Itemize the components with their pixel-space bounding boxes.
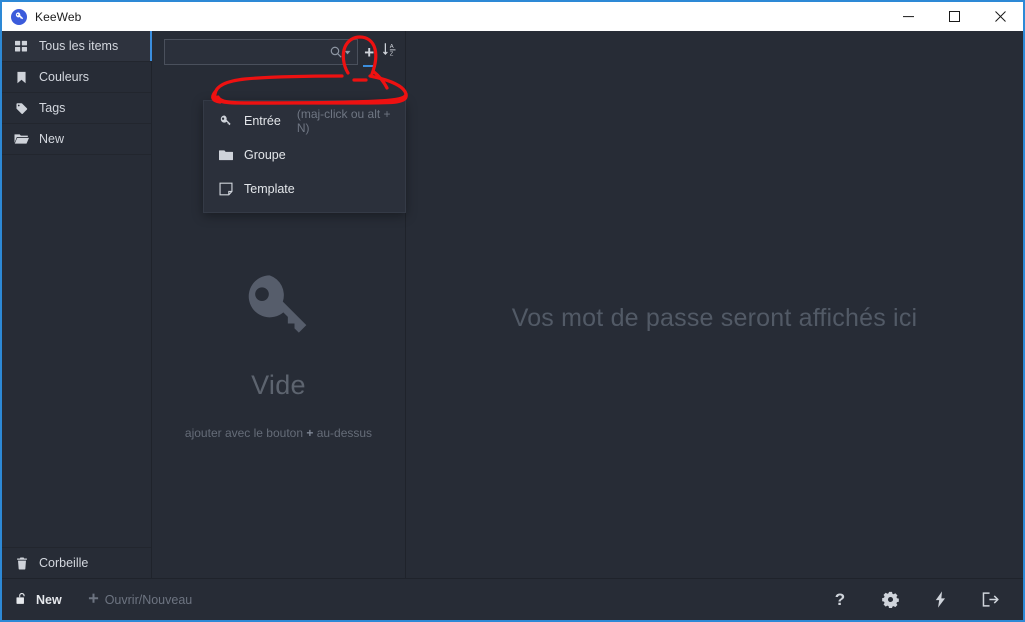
grid-icon [14, 40, 29, 53]
footer-bar: New Ouvrir/Nouveau ? [2, 578, 1023, 620]
sidebar-item-label: Corbeille [39, 556, 89, 570]
minimize-icon[interactable] [885, 2, 931, 31]
svg-text:A: A [390, 44, 394, 50]
unlock-icon [16, 592, 29, 608]
sidebar-item-trash[interactable]: Corbeille [2, 547, 151, 578]
question-mark-icon: ? [834, 590, 846, 609]
sidebar-item-label: Tous les items [39, 39, 119, 53]
template-icon [219, 182, 233, 196]
window-controls [885, 2, 1023, 31]
sidebar-item-label: Tags [39, 101, 66, 115]
title-bar: KeeWeb [2, 2, 1023, 31]
sidebar-item-colors[interactable]: Couleurs [2, 62, 151, 93]
empty-subtitle-before: ajouter avec le bouton [184, 426, 307, 440]
title-bar-left: KeeWeb [2, 8, 82, 25]
keeweb-window: KeeWeb Tous les items Couleurs Tags New … [0, 0, 1025, 622]
footer-buttons: ? [815, 579, 1015, 621]
generator-button[interactable] [915, 579, 965, 621]
sidebar-item-label: Couleurs [39, 70, 90, 84]
sidebar-item-all-items[interactable]: Tous les items [2, 31, 152, 62]
details-placeholder: Vos mot de passe seront affichés ici [511, 304, 918, 332]
caret-down-icon [344, 50, 351, 54]
footer-file-label: New [36, 592, 62, 607]
settings-button[interactable] [865, 579, 915, 621]
close-icon[interactable] [977, 2, 1023, 31]
sidebar-item-tags[interactable]: Tags [2, 93, 151, 124]
add-entry-button[interactable]: + [360, 35, 379, 69]
app-title: KeeWeb [35, 9, 82, 24]
gear-icon [881, 591, 899, 608]
footer-file-button[interactable]: New [16, 592, 62, 608]
plus-icon [88, 593, 99, 607]
menu-item-label: Template [244, 182, 295, 196]
menu-item-hint: (maj-click ou alt + N) [296, 107, 391, 135]
svg-text:Z: Z [390, 52, 394, 58]
folder-icon [219, 149, 233, 161]
search-toolbar: + A Z [152, 31, 405, 73]
menu-item-group[interactable]: Groupe [204, 138, 405, 172]
empty-subtitle: ajouter avec le bouton + au-dessus [185, 426, 372, 440]
search-input[interactable] [171, 44, 330, 60]
sidebar: Tous les items Couleurs Tags New Corbeil… [2, 31, 152, 578]
key-icon [219, 114, 233, 128]
menu-item-label: Entrée [244, 114, 281, 128]
sort-alpha-desc-icon: A Z [382, 42, 397, 62]
key-icon [239, 268, 319, 348]
footer-open-label: Ouvrir/Nouveau [104, 592, 193, 607]
plus-icon: + [364, 42, 375, 62]
search-icon[interactable] [330, 46, 351, 58]
sidebar-item-label: New [39, 132, 65, 146]
sidebar-item-new[interactable]: New [2, 124, 151, 155]
lock-button[interactable] [965, 579, 1015, 621]
add-dropdown-menu: Entrée (maj-click ou alt + N) Groupe Tem… [203, 100, 406, 213]
details-panel: Vos mot de passe seront affichés ici [406, 31, 1023, 578]
folder-open-icon [14, 133, 29, 145]
bookmark-icon [14, 71, 29, 84]
main-body: Tous les items Couleurs Tags New Corbeil… [2, 31, 1023, 578]
empty-subtitle-after: au-dessus [313, 426, 373, 440]
menu-item-label: Groupe [244, 148, 286, 162]
menu-item-entry[interactable]: Entrée (maj-click ou alt + N) [204, 104, 405, 138]
search-box[interactable] [164, 39, 358, 65]
sort-button[interactable]: A Z [381, 35, 400, 69]
help-button[interactable]: ? [815, 579, 865, 621]
footer-open-button[interactable]: Ouvrir/Nouveau [88, 592, 193, 607]
key-circle-icon [11, 8, 27, 25]
maximize-icon[interactable] [931, 2, 977, 31]
menu-item-template[interactable]: Template [204, 172, 405, 206]
tag-icon [14, 102, 29, 115]
empty-title: Vide [251, 370, 306, 400]
trash-icon [14, 556, 29, 570]
sidebar-menu: Tous les items Couleurs Tags New [2, 31, 152, 155]
bolt-icon [933, 591, 948, 608]
exit-icon [982, 592, 999, 607]
